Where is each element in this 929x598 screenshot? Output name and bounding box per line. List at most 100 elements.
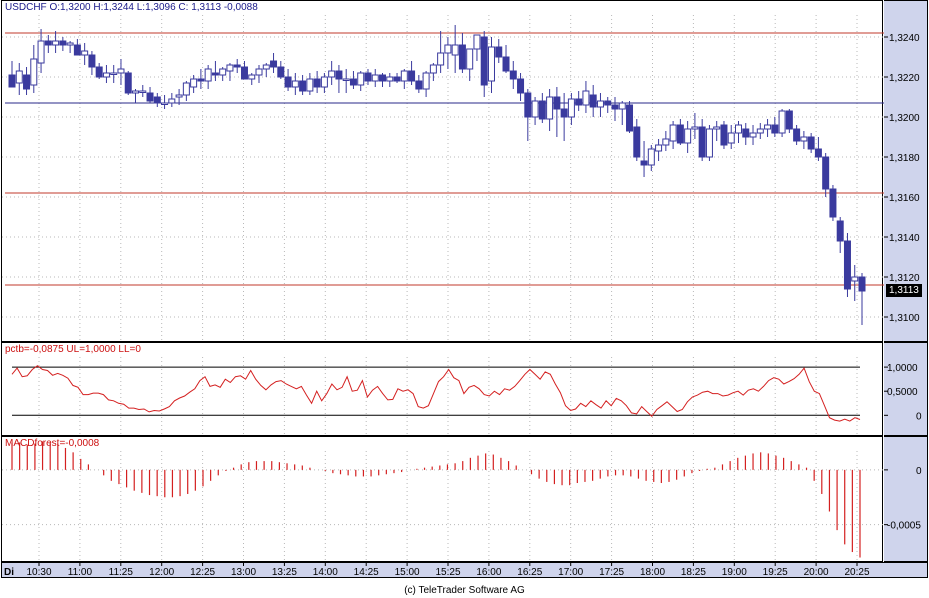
candle-body xyxy=(139,90,147,93)
candle-body xyxy=(793,128,801,142)
candle-body xyxy=(582,90,590,106)
candle xyxy=(466,48,474,81)
x-tick-label: 10:30 xyxy=(26,567,51,578)
candle xyxy=(255,65,263,83)
candle xyxy=(633,119,641,161)
candle xyxy=(655,139,663,161)
candle-body xyxy=(676,124,684,144)
candle xyxy=(502,45,510,73)
macd-pane-title: MACDforest=-0,0008 xyxy=(5,438,100,449)
candle xyxy=(829,185,837,221)
candle xyxy=(262,63,270,77)
candle-body xyxy=(270,60,278,68)
candle-body xyxy=(546,96,554,120)
candle xyxy=(81,43,89,65)
candle-body xyxy=(633,126,641,158)
y-tick-label: 1,3220 xyxy=(889,73,920,84)
candle-body xyxy=(720,124,728,146)
candle xyxy=(379,73,387,87)
candle xyxy=(59,37,67,51)
candle-body xyxy=(52,40,60,46)
y-tick-label: 1,3180 xyxy=(889,153,920,164)
candle-body xyxy=(422,72,430,90)
candle-body xyxy=(458,44,466,70)
candle-body xyxy=(466,48,474,70)
candle-body xyxy=(800,136,808,142)
candle-body xyxy=(822,156,830,190)
candle-body xyxy=(313,78,321,88)
candle-body xyxy=(342,78,350,81)
x-tick-label: 19:00 xyxy=(722,567,747,578)
candle-body xyxy=(618,102,626,110)
candle-body xyxy=(364,72,372,82)
candle xyxy=(400,69,408,89)
candle-body xyxy=(15,70,23,84)
candle xyxy=(487,37,495,93)
candle-body xyxy=(153,96,161,104)
candle xyxy=(662,131,670,151)
pctb-y-axis: 1,0000 0,5000 0 xyxy=(884,342,928,436)
candle xyxy=(444,37,452,69)
candle-body xyxy=(749,132,757,138)
candle xyxy=(240,61,248,80)
x-tick-label: 15:00 xyxy=(395,567,420,578)
candle xyxy=(88,51,96,75)
candle xyxy=(8,61,16,88)
candle-body xyxy=(531,100,539,118)
candle-body xyxy=(132,90,140,94)
candle-body xyxy=(102,72,110,78)
candle xyxy=(807,133,815,153)
candle-body xyxy=(168,98,176,104)
candle xyxy=(182,81,190,101)
candle-body xyxy=(66,42,74,46)
candle xyxy=(320,73,328,93)
candle-body xyxy=(349,78,357,86)
candle xyxy=(219,67,227,81)
candle xyxy=(843,233,851,297)
candle-body xyxy=(785,110,793,130)
x-tick-label: 14:25 xyxy=(354,567,379,578)
candle-body xyxy=(437,52,445,66)
candle-body xyxy=(567,98,575,118)
candle-body xyxy=(611,104,619,110)
candle xyxy=(349,71,357,89)
price-y-axis: 1,3240 1,3220 1,3200 1,3180 1,3160 1,3140 1,31… xyxy=(884,0,928,342)
copyright-footer: (c) TeleTrader Software AG xyxy=(404,585,525,596)
candle xyxy=(764,119,772,137)
candle xyxy=(742,123,750,145)
candle xyxy=(146,87,154,103)
candle-body xyxy=(778,110,786,134)
candle xyxy=(393,73,401,83)
candle-body xyxy=(110,72,118,75)
candle xyxy=(277,61,285,79)
candle xyxy=(386,73,394,87)
candle xyxy=(117,59,125,85)
candle-body xyxy=(23,74,31,90)
y-tick-label: 1,3100 xyxy=(889,313,920,324)
candle xyxy=(705,125,713,161)
y-tick-label: 1,3240 xyxy=(889,33,920,44)
candle-body xyxy=(219,68,227,76)
time-x-axis-svg: Di 10:30 11:00 11:25 12:00 12:25 13:00 13:25 14:… xyxy=(4,563,870,578)
candle-body xyxy=(277,66,285,78)
y-tick-label: 1,3120 xyxy=(889,273,920,284)
candle xyxy=(233,59,241,73)
x-tick-label: 11:25 xyxy=(109,567,134,578)
price-pane: USDCHF O:1,3200 H:1,3244 L:1,3096 C: 1,3… xyxy=(1,0,884,342)
candle-body xyxy=(37,40,45,64)
candle-body xyxy=(299,80,307,92)
candle-body xyxy=(705,128,713,158)
candle xyxy=(422,71,430,97)
candle xyxy=(611,97,619,121)
candle-body xyxy=(843,240,851,290)
candle xyxy=(575,91,583,111)
candle xyxy=(357,71,365,91)
candle xyxy=(211,61,219,81)
candle-body xyxy=(691,126,699,130)
candle xyxy=(313,71,321,93)
candle xyxy=(756,123,764,139)
candle-body xyxy=(190,78,198,88)
candle-body xyxy=(95,66,103,78)
candle-body xyxy=(379,74,387,82)
candle-body xyxy=(836,220,844,242)
